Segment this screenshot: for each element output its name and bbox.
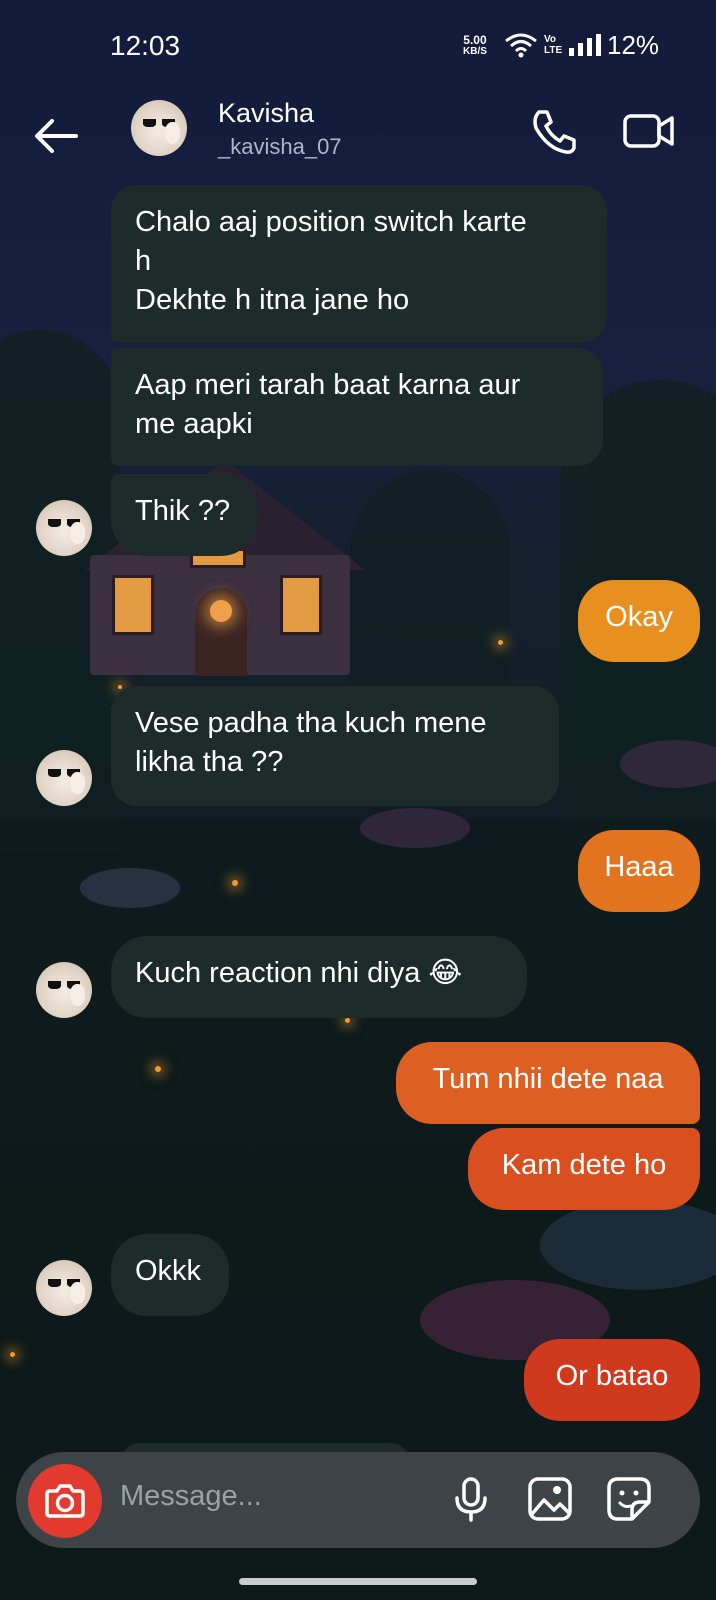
chat-header: Kavisha _kavisha_07 [0,90,716,182]
video-camera-icon[interactable] [622,104,676,158]
status-bar: 12:03 5.00 KB/S Vo LTE 12% [0,0,716,90]
message-bubble-sent[interactable]: Haaa [578,830,700,912]
battery-level: 12% [607,30,660,60]
message-bubble-sent[interactable]: Tum nhii dete naa [396,1042,700,1124]
contact-name[interactable]: Kavisha [218,98,314,129]
sender-avatar[interactable] [36,500,92,556]
message-input[interactable]: Message... [120,1480,262,1513]
message-bubble-sent[interactable]: Kam dete ho [468,1128,700,1210]
message-bubble-received[interactable]: Thik ?? [111,474,257,556]
home-indicator[interactable] [239,1578,477,1585]
microphone-icon[interactable] [448,1476,494,1522]
gallery-icon[interactable] [527,1476,573,1522]
message-bubble-received[interactable]: Vese padha tha kuch mene likha tha ?? [111,686,559,806]
volte-badge: Vo LTE [544,34,563,56]
sender-avatar[interactable] [36,750,92,806]
sender-avatar[interactable] [36,962,92,1018]
message-bubble-sent[interactable]: Or batao [524,1339,700,1421]
message-composer: Message... [16,1452,700,1548]
wifi-icon [505,33,537,58]
camera-button[interactable] [28,1464,102,1538]
network-speed: 5.00 KB/S [463,33,487,57]
message-bubble-received[interactable]: Kuch reaction nhi diya 😂 [111,936,527,1018]
message-bubble-sent[interactable]: Okay [578,580,700,662]
back-arrow-icon[interactable] [30,110,82,162]
sender-avatar[interactable] [36,1260,92,1316]
signal-icon [569,34,601,56]
camera-icon [45,1484,85,1518]
phone-icon[interactable] [526,104,580,158]
avatar[interactable] [131,100,187,156]
message-bubble-received[interactable]: Okkk [111,1234,229,1316]
message-bubble-received[interactable]: Aap meri tarah baat karna aur me aapki [111,348,603,466]
status-time: 12:03 [110,30,181,61]
message-bubble-received[interactable]: Chalo aaj position switch karte h Dekhte… [111,185,607,343]
sticker-icon[interactable] [606,1476,652,1522]
contact-username[interactable]: _kavisha_07 [218,134,342,160]
